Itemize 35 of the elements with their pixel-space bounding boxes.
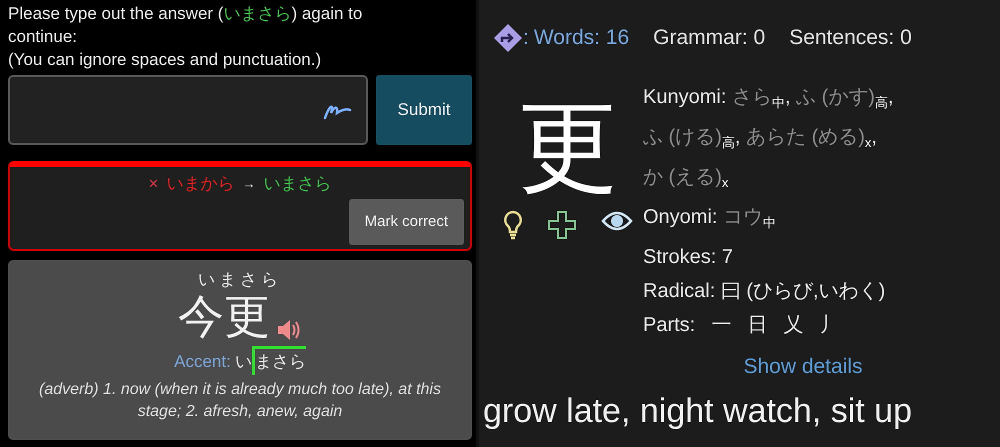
- definition-text: (adverb) 1. now (when it is already much too late), at this stage; 2. afresh, anew, again: [38, 380, 442, 422]
- prompt-text: Please type out the answer (いまさら) again to continue:: [8, 3, 364, 48]
- parts-label: Parts:: [643, 312, 696, 338]
- part-character[interactable]: 乂: [783, 308, 804, 342]
- furigana: いまさら: [197, 270, 283, 290]
- colon-text: :: [523, 25, 529, 51]
- info-text: Radical: ⽈ (ひらび,いわく): [643, 278, 886, 304]
- correct-answer: いまさら: [263, 173, 332, 195]
- wrong-answer: いまから: [166, 173, 234, 195]
- mark-correct-button[interactable]: Mark correct: [348, 198, 464, 245]
- arrow-text: →: [242, 175, 256, 193]
- part-character[interactable]: 丿: [819, 308, 840, 342]
- speaker-icon[interactable]: [276, 318, 302, 342]
- submit-button[interactable]: Submit: [376, 75, 472, 145]
- eye-icon[interactable]: [601, 210, 633, 232]
- lightbulb-icon[interactable]: [503, 210, 523, 240]
- part-character[interactable]: 一: [711, 308, 732, 342]
- words-count-link[interactable]: Words: 16: [534, 22, 630, 54]
- info-text: Strokes: 7: [643, 244, 734, 270]
- accent-reading: い ま さ ら: [234, 346, 306, 374]
- kunyomi-text: Kunyomi: さら$_{中}$, ふ (かす)$_{高}$, ふ (ける)$_{高}$, あらた (める)$_{x}$, か (える)$_{x}$: [643, 84, 895, 192]
- show-details-link[interactable]: Show details: [743, 354, 863, 378]
- kanji-character: 更: [518, 92, 618, 202]
- meaning-text: grow late, night watch, sit up: [482, 390, 914, 432]
- accent-label: Accent:: [174, 351, 231, 373]
- part-character[interactable]: 日: [747, 308, 768, 342]
- count-text: Grammar: 0: [653, 25, 766, 51]
- count-text: Sentences: 0: [789, 25, 912, 51]
- wrong-mark: ×: [148, 173, 158, 195]
- vocab-word: 今更: [178, 290, 270, 342]
- plus-icon[interactable]: [547, 210, 577, 240]
- onyomi-text: Onyomi: コウ$_{中}$: [643, 204, 778, 232]
- hint-text: (You can ignore spaces and punctuation.): [8, 49, 322, 71]
- answer-field[interactable]: [8, 75, 368, 145]
- directions-icon: [493, 22, 523, 53]
